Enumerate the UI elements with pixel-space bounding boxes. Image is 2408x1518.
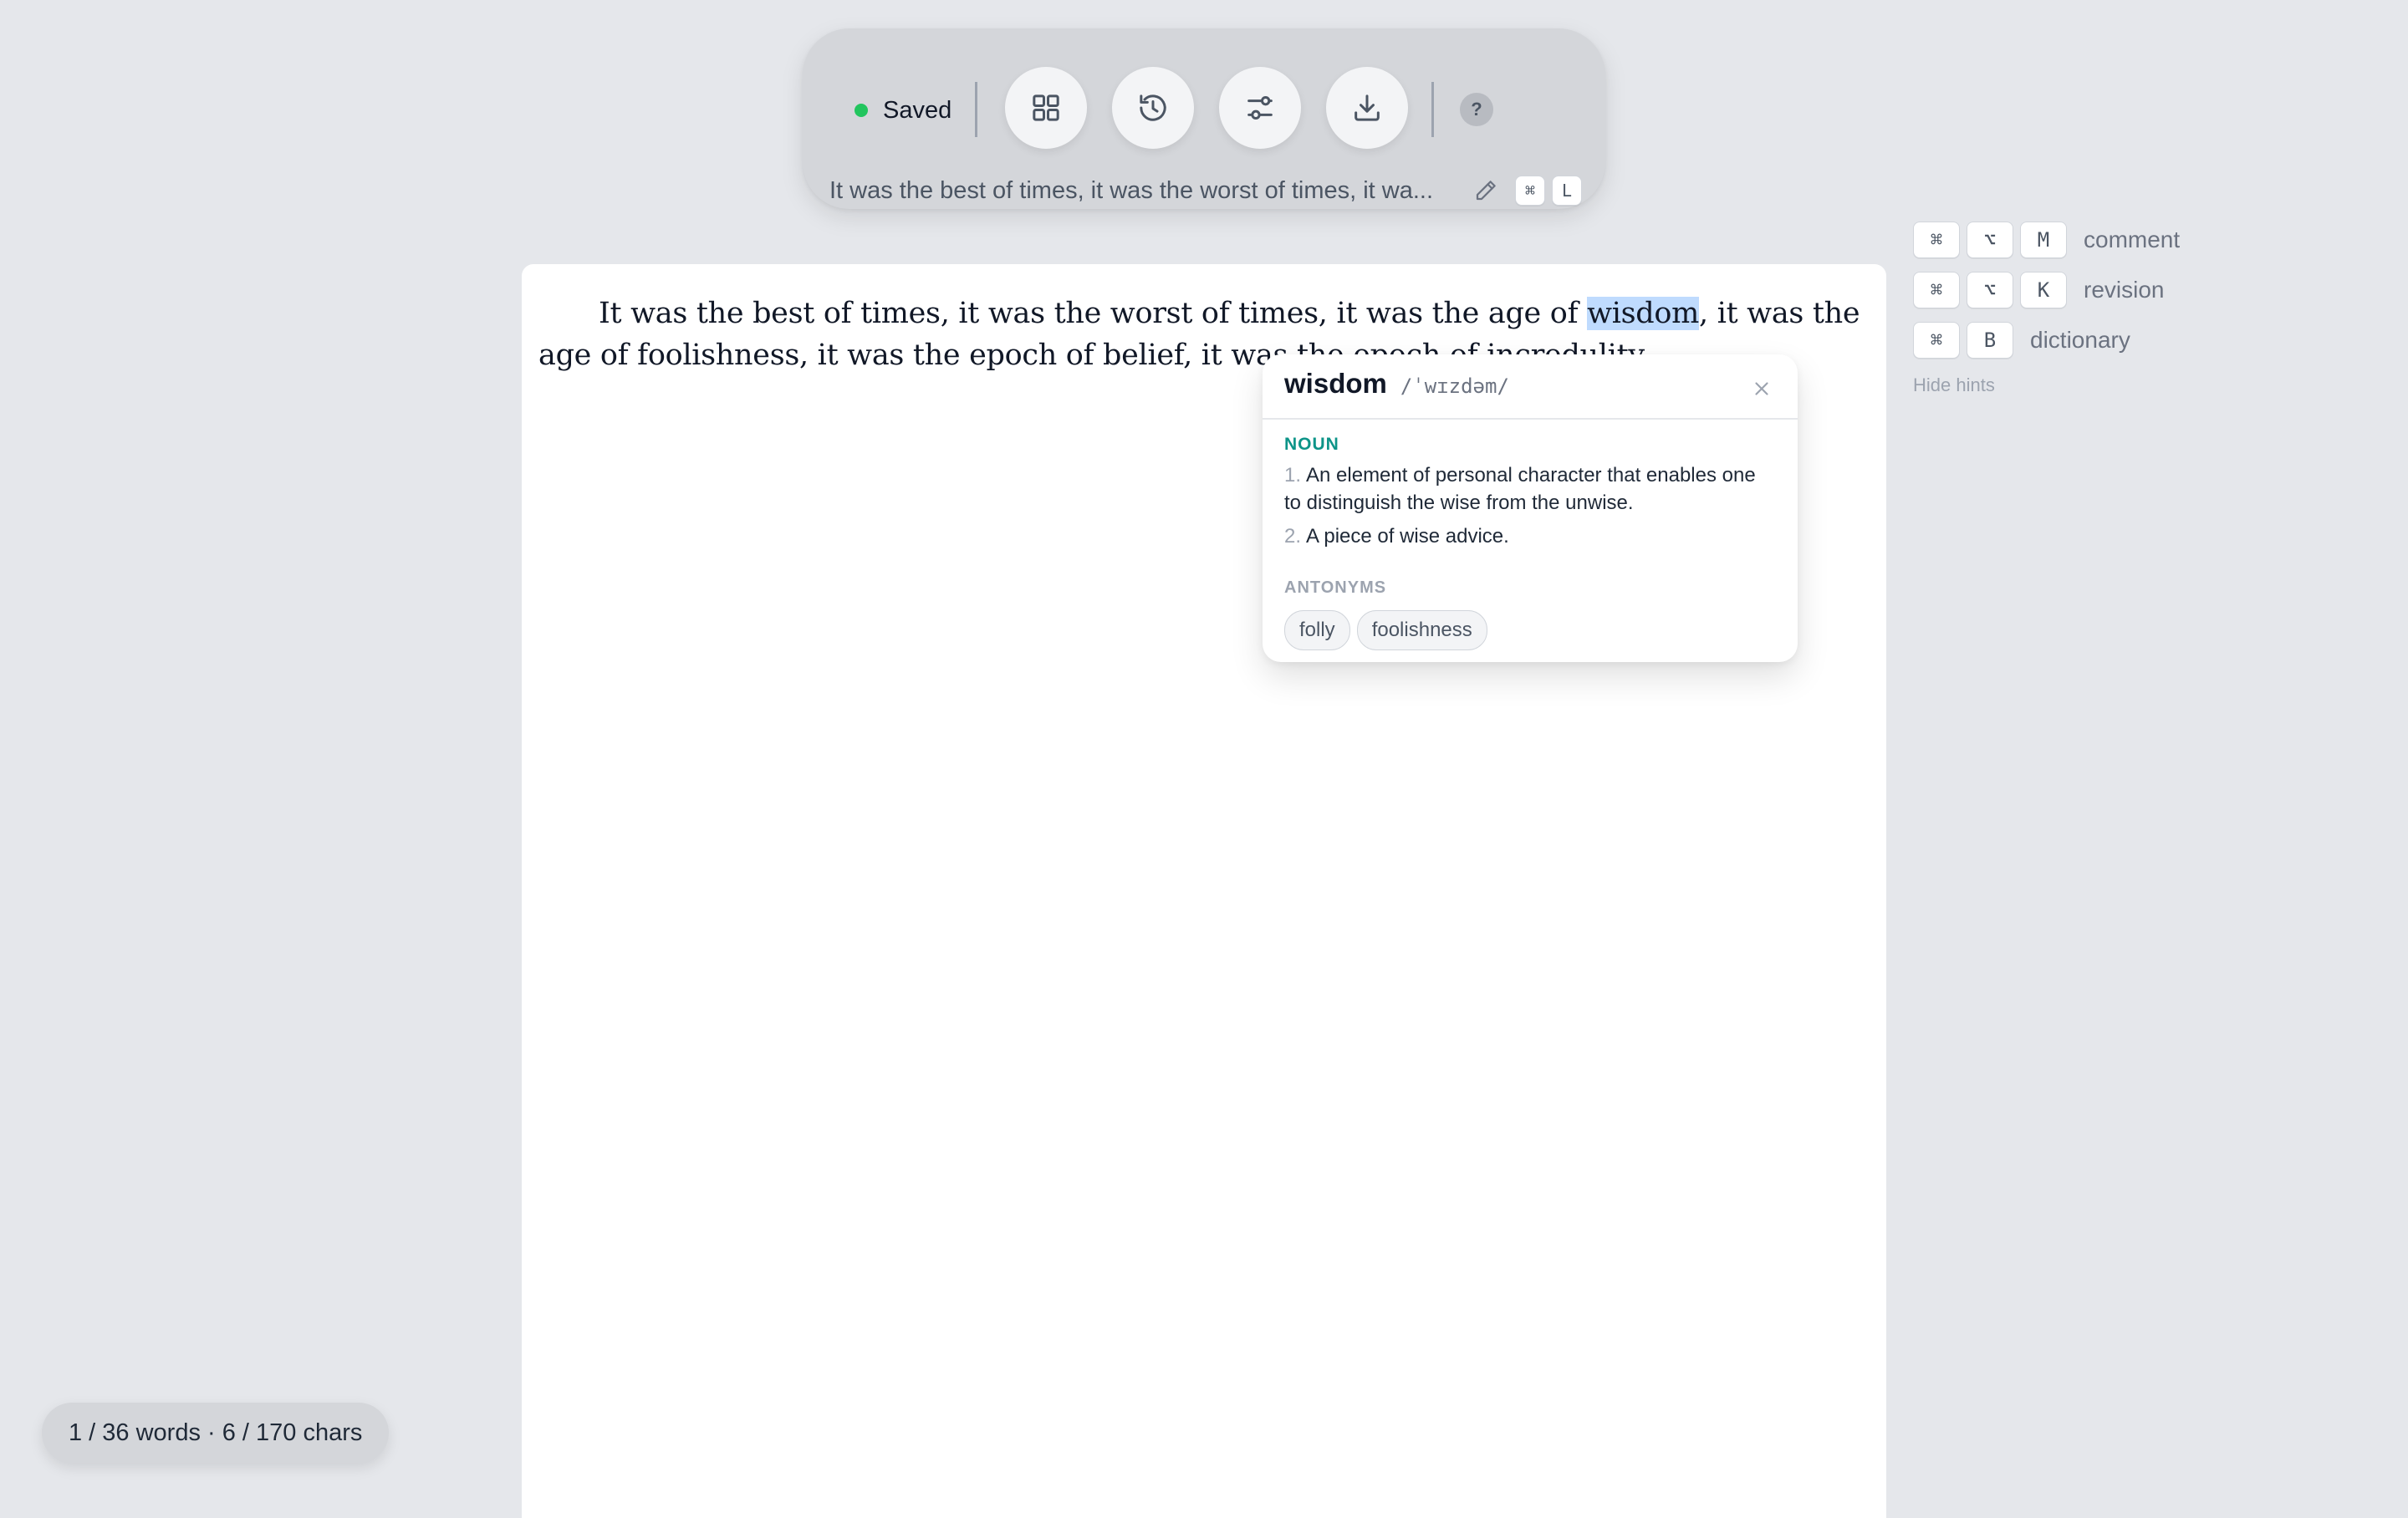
toolbar-divider (975, 82, 977, 137)
definition-item: 2. A piece of wise advice. (1284, 522, 1778, 550)
grid-icon (1033, 94, 1059, 121)
shortcut-key: ⌘ (1515, 176, 1545, 206)
dictionary-word: wisdom (1284, 368, 1387, 399)
document-title-row: It was the best of times, it was the wor… (829, 172, 1582, 209)
antonym-chip[interactable]: folly (1284, 610, 1350, 650)
definition-text: An element of personal character that en… (1284, 464, 1756, 514)
close-icon (1755, 382, 1768, 395)
shortcut-key: L (1552, 176, 1582, 206)
status-dot (855, 104, 868, 117)
part-of-speech: NOUN (1284, 435, 1339, 454)
toolbar-divider (1431, 82, 1434, 137)
definition-number: 2. (1284, 525, 1302, 548)
dictionary-header: wisdom /ˈwɪzdəm/ (1284, 368, 1509, 400)
history-icon (1140, 94, 1166, 121)
shortcut-hints: ⌘ ⌥ M comment ⌘ ⌥ K revision ⌘ B diction… (1913, 221, 2180, 396)
hint-key: ⌘ (1913, 272, 1960, 308)
hint-key: B (1967, 322, 2013, 359)
pencil-icon (1476, 181, 1496, 201)
download-icon (1354, 94, 1380, 121)
help-button[interactable]: ? (1460, 93, 1493, 126)
hint-key: ⌥ (1967, 222, 2013, 258)
definition-list: 1. An element of personal character that … (1284, 461, 1778, 556)
edit-title-button[interactable] (1473, 178, 1498, 203)
download-button[interactable] (1326, 67, 1408, 149)
hint-key: M (2020, 222, 2067, 258)
antonym-chip[interactable]: foolishness (1356, 610, 1487, 650)
hint-revision: ⌘ ⌥ K revision (1913, 271, 2180, 309)
divider (1263, 418, 1798, 420)
selected-word[interactable]: wisdom (1587, 297, 1699, 330)
history-button[interactable] (1112, 67, 1194, 149)
hint-key: K (2020, 272, 2067, 308)
text-before-selection: It was the best of times, it was the wor… (599, 297, 1588, 330)
pronunciation: /ˈwɪzdəm/ (1400, 374, 1509, 398)
hint-dictionary: ⌘ B dictionary (1913, 321, 2180, 359)
antonym-list: folly foolishness (1284, 610, 1487, 650)
hide-hints-link[interactable]: Hide hints (1913, 374, 2180, 396)
hint-comment: ⌘ ⌥ M comment (1913, 221, 2180, 259)
hint-label: dictionary (2030, 327, 2130, 353)
hint-key: ⌥ (1967, 272, 2013, 308)
layout-button[interactable] (1005, 67, 1087, 149)
definition-number: 1. (1284, 464, 1302, 486)
antonyms-label: ANTONYMS (1284, 578, 1387, 597)
toolbar: Saved ? It was the best of times, it was… (803, 28, 1605, 209)
hint-label: revision (2084, 277, 2165, 303)
hint-key: ⌘ (1913, 222, 1960, 258)
hint-label: comment (2084, 227, 2181, 252)
document-title[interactable]: It was the best of times, it was the wor… (829, 177, 1458, 205)
definition-item: 1. An element of personal character that … (1284, 461, 1778, 517)
dictionary-popup: wisdom /ˈwɪzdəm/ NOUN 1. An element of pe… (1263, 354, 1798, 662)
settings-button[interactable] (1219, 67, 1301, 149)
hint-key: ⌘ (1913, 322, 1960, 359)
close-button[interactable] (1751, 378, 1773, 400)
word-count: 1 / 36 words · 6 / 170 chars (42, 1403, 390, 1463)
sliders-icon (1247, 96, 1273, 120)
save-status: Saved (855, 80, 951, 140)
definition-text: A piece of wise advice. (1306, 525, 1509, 548)
status-text: Saved (883, 96, 952, 124)
